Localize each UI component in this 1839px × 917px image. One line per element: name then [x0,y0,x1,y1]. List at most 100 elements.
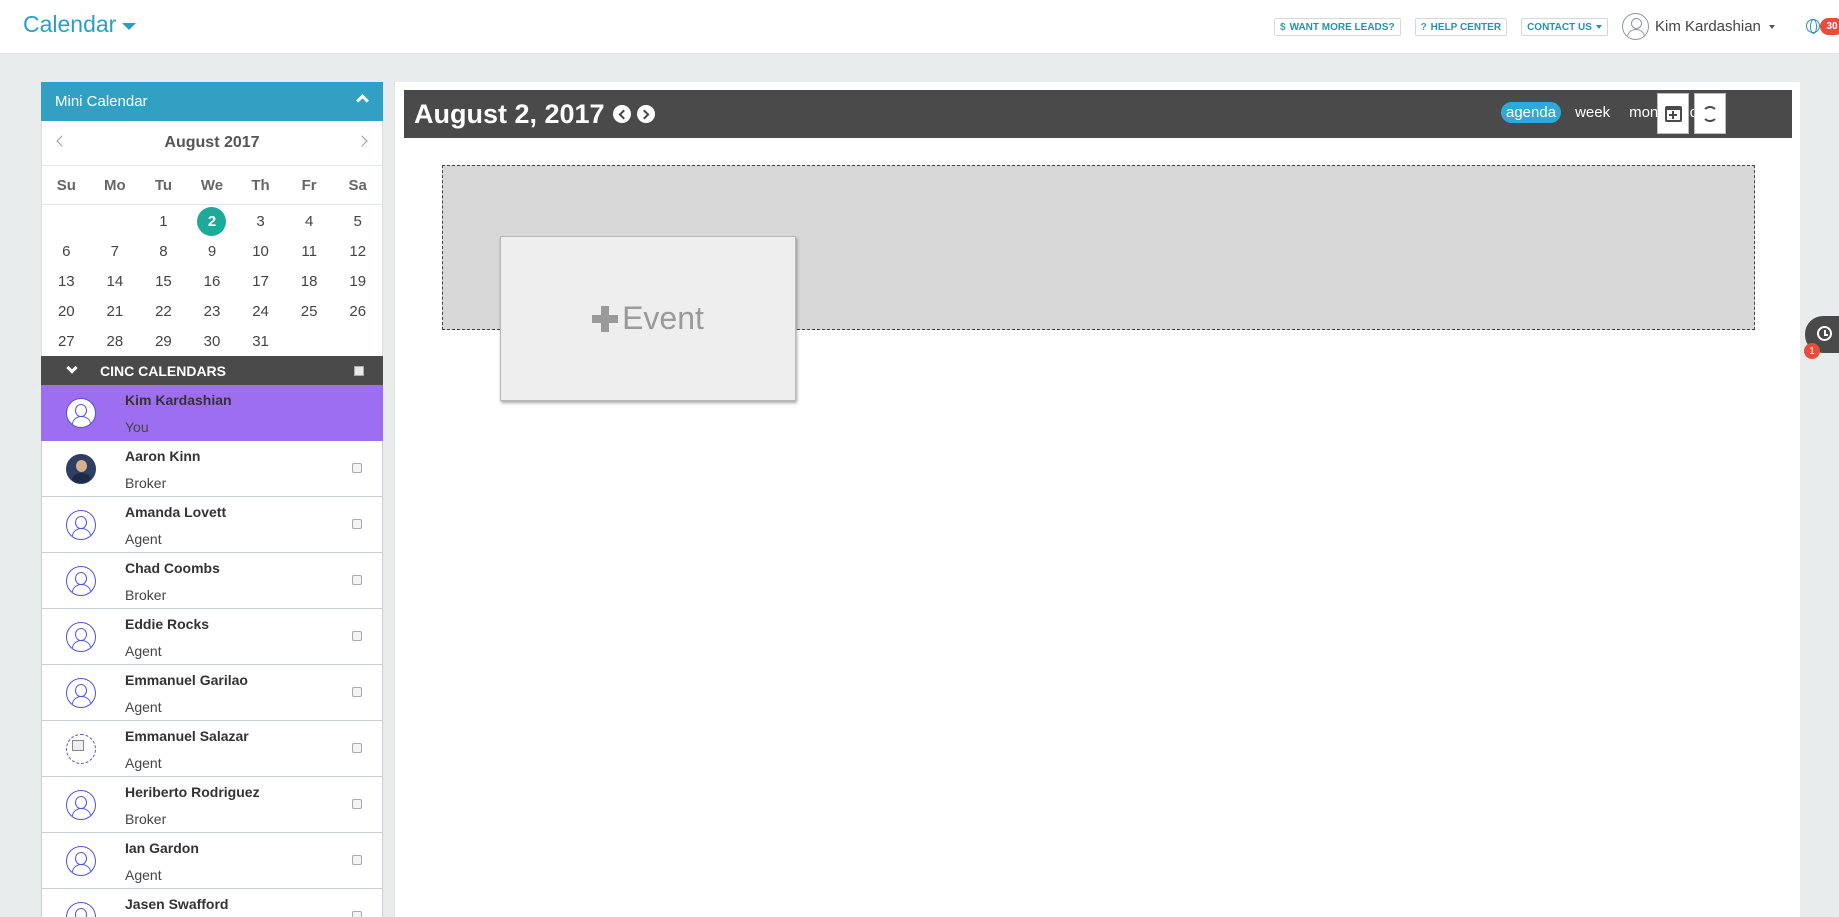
day-number: 20 [57,302,75,320]
day-cell[interactable]: 17 [236,266,285,296]
notification-badge[interactable]: 30 [1820,18,1839,35]
day-cell[interactable]: 22 [139,296,188,326]
calendar-checkbox[interactable] [352,687,362,697]
previous-day-icon[interactable] [613,105,631,123]
day-cell[interactable]: 11 [285,236,334,266]
clock-icon [1817,326,1832,341]
refresh-button[interactable] [1694,93,1726,134]
day-cell[interactable]: 18 [285,266,334,296]
day-cell[interactable]: 30 [188,326,237,356]
day-cell[interactable]: 4 [285,206,334,236]
day-cell[interactable]: 21 [91,296,140,326]
calendar-checkbox[interactable] [352,743,362,753]
calendar-checkbox[interactable] [352,463,362,473]
caret-down-icon [1768,24,1775,29]
calendar-item[interactable]: Kim Kardashian You [41,385,383,441]
calendar-owner-role: Agent [125,643,162,659]
app-title-dropdown[interactable]: Calendar [23,11,137,38]
day-number: 19 [349,272,367,290]
day-cell[interactable]: 25 [285,296,334,326]
avatar-icon [66,566,96,596]
calendar-owner-role: Broker [125,811,167,827]
day-cell[interactable]: 15 [139,266,188,296]
calendar-item[interactable]: Ian Gardon Agent [41,833,383,889]
day-cell[interactable]: 31 [236,326,285,356]
day-cell[interactable]: 7 [91,236,140,266]
calendar-owner-name: Aaron Kinn [125,448,201,464]
add-calendar-button[interactable] [1657,93,1689,134]
calendar-item[interactable]: Heriberto Rodriguez Broker [41,777,383,833]
calendar-item[interactable]: Jasen Swafford [41,889,383,917]
event-drop-zone[interactable]: Event [442,165,1755,401]
calendar-list: Kim Kardashian You Aaron Kinn Broker Amanda … [41,385,383,917]
day-cell[interactable]: 5 [333,206,382,236]
contact-us-dropdown[interactable]: CONTACT US [1521,18,1608,36]
prev-month-icon[interactable] [56,135,68,147]
day-number: 11 [301,242,317,260]
sidebar: Mini Calendar August 2017 Su Mo Tu We Th Fr Sa… [41,82,383,917]
help-center-button[interactable]: ? HELP CENTER [1414,18,1508,36]
day-cell[interactable]: 8 [139,236,188,266]
day-cell[interactable]: 13 [42,266,91,296]
avatar-icon [66,678,96,708]
calendar-checkbox[interactable] [352,519,362,529]
day-cell[interactable]: 23 [188,296,237,326]
tab-week[interactable]: week [1570,102,1615,123]
weekday-label: Su [56,176,76,194]
weekday-label: Th [251,176,270,194]
next-day-icon[interactable] [637,105,655,123]
day-number: 2 [197,206,227,236]
weekday-label: We [200,176,224,194]
top-links: $ WANT MORE LEADS? ? HELP CENTER CONTACT… [1274,18,1608,36]
add-event-button[interactable]: Event [500,236,796,401]
select-all-checkbox[interactable] [354,366,364,376]
day-cell[interactable]: 27 [42,326,91,356]
calendar-item[interactable]: Aaron Kinn Broker [41,441,383,497]
day-cell[interactable]: 26 [333,296,382,326]
calendar-checkbox[interactable] [352,799,362,809]
day-cell[interactable]: 6 [42,236,91,266]
month-label: August 2017 [164,134,260,151]
calendar-owner-role: Agent [125,867,162,883]
mini-calendar-header[interactable]: Mini Calendar [41,82,383,121]
user-menu[interactable]: Kim Kardashian [1622,13,1775,40]
calendar-item[interactable]: Chad Coombs Broker [41,553,383,609]
calendar-checkbox[interactable] [352,631,362,641]
avatar-icon [66,846,96,876]
calendar-toolbar: August 2, 2017 agendaweekmonthday [404,90,1792,138]
day-cell[interactable]: 28 [91,326,140,356]
day-cell-selected[interactable]: 2 [188,206,237,236]
want-more-leads-button[interactable]: $ WANT MORE LEADS? [1274,18,1401,36]
avatar-icon [66,902,96,917]
day-cell[interactable]: 29 [139,326,188,356]
day-cell[interactable]: 20 [42,296,91,326]
app-title: Calendar [23,11,117,37]
calendar-item[interactable]: Emmanuel Garilao Agent [41,665,383,721]
day-cell[interactable]: 3 [236,206,285,236]
globe-icon[interactable] [1806,19,1820,34]
calendar-item[interactable]: Amanda Lovett Agent [41,497,383,553]
calendar-checkbox[interactable] [352,855,362,865]
day-cell[interactable]: 24 [236,296,285,326]
chevron-up-icon[interactable] [356,94,369,107]
calendar-owner-name: Jasen Swafford [125,896,229,912]
tab-agenda[interactable]: agenda [1501,102,1562,123]
chevron-down-icon[interactable] [66,362,78,374]
day-cell[interactable]: 9 [188,236,237,266]
calendar-item[interactable]: Eddie Rocks Agent [41,609,383,665]
calendar-checkbox[interactable] [352,911,362,917]
day-cell[interactable]: 14 [91,266,140,296]
day-cell[interactable]: 10 [236,236,285,266]
day-cell[interactable]: 1 [139,206,188,236]
next-month-icon[interactable] [356,135,368,147]
day-number: 6 [62,242,71,260]
calendar-item[interactable]: Emmanuel Salazar Agent [41,721,383,777]
day-cell[interactable]: 12 [333,236,382,266]
day-cell[interactable]: 19 [333,266,382,296]
day-number: 26 [349,302,367,320]
weekday-header: Su Mo Tu We Th Fr Sa [42,166,382,205]
history-badge: 1 [1804,343,1820,359]
calendar-checkbox[interactable] [352,575,362,585]
day-cell[interactable]: 16 [188,266,237,296]
day-number: 21 [106,302,124,320]
